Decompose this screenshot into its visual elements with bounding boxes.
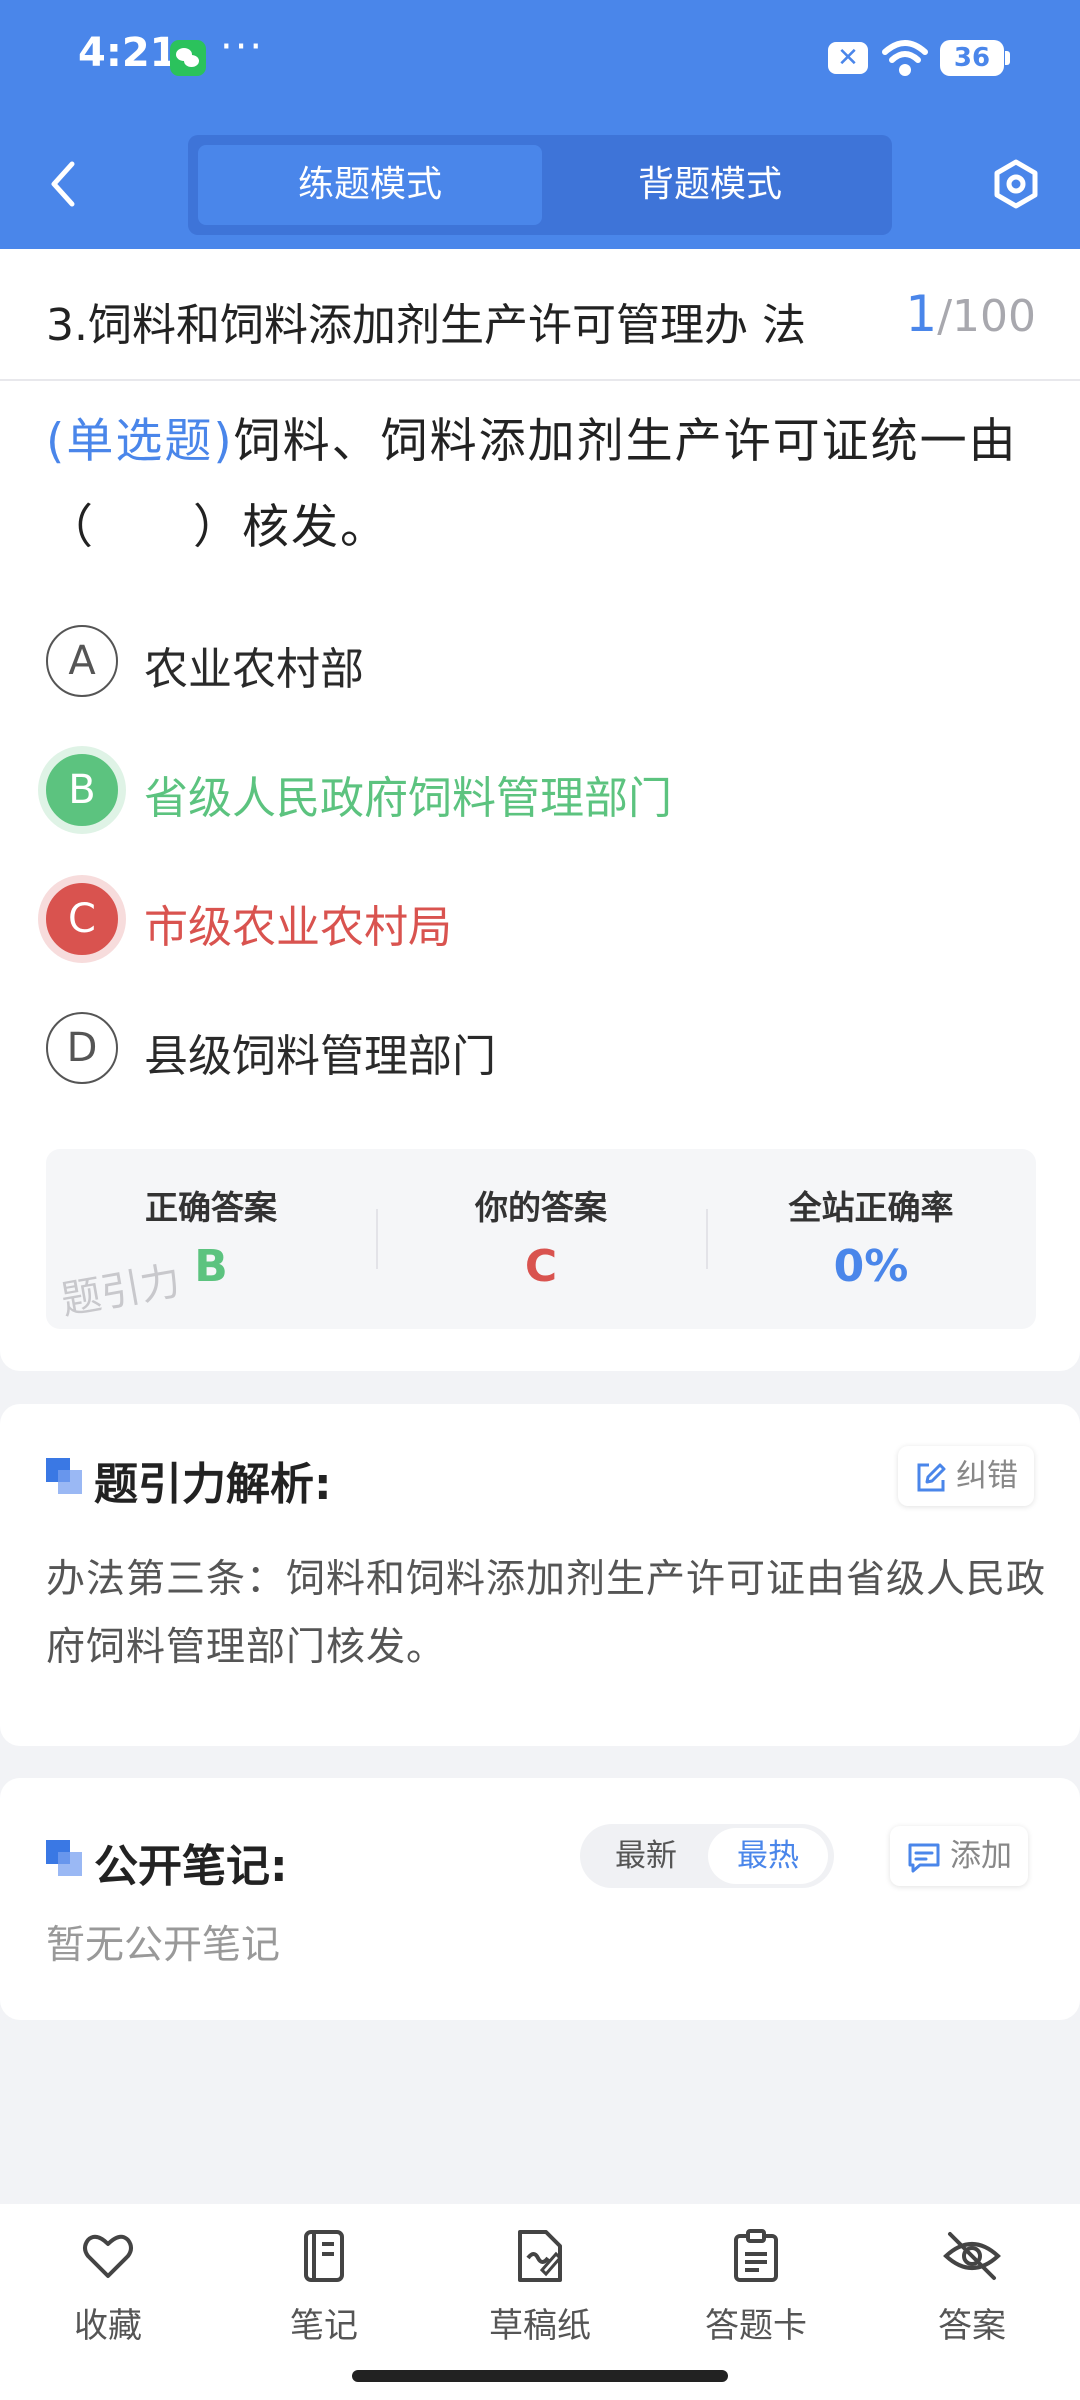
chapter-title: 3.饲料和饲料添加剂生产许可管理办 法 xyxy=(46,300,806,351)
your-answer-value: C xyxy=(524,1241,558,1292)
option-letter: C xyxy=(46,883,118,955)
notebook-icon xyxy=(304,2230,344,2282)
eye-off-icon xyxy=(943,2232,1001,2280)
wifi-icon xyxy=(882,40,928,76)
top-header: 4:21 ··· ✕ 36 练题模式 背题模式 xyxy=(0,0,1080,249)
chapter-bar: 3.饲料和饲料添加剂生产许可管理办 法 1/100 xyxy=(0,249,1080,381)
question-type-label: (单选题) xyxy=(46,414,234,469)
more-notifications-icon: ··· xyxy=(220,24,265,70)
answer-sheet-button[interactable]: 答题卡 xyxy=(648,2228,864,2347)
show-answer-label: 答案 xyxy=(938,2306,1006,2346)
status-bar: 4:21 ··· ✕ 36 xyxy=(0,0,1080,118)
add-note-label: 添加 xyxy=(950,1838,1012,1874)
option-letter: A xyxy=(46,625,118,697)
option-letter: D xyxy=(46,1012,118,1084)
correct-answer-label: 正确答案 xyxy=(145,1188,277,1227)
answer-sheet-icon xyxy=(734,2229,778,2282)
analysis-text: 办法第三条：饲料和饲料添加剂生产许可证由省级人民政府饲料管理部门核发。 xyxy=(46,1557,1047,1670)
mode-switch: 练题模式 背题模式 xyxy=(188,135,892,235)
add-note-button[interactable]: 添加 xyxy=(890,1826,1028,1886)
option-a[interactable]: A 农业农村部 xyxy=(46,625,1046,701)
battery-icon: 36 xyxy=(940,40,1010,76)
heart-icon xyxy=(83,2234,133,2278)
settings-icon[interactable] xyxy=(990,158,1042,210)
notes-label: 笔记 xyxy=(290,2306,358,2346)
option-text: 县级饲料管理部门 xyxy=(144,1031,496,1082)
draft-icon xyxy=(518,2230,563,2282)
draft-paper-label: 草稿纸 xyxy=(489,2306,591,2346)
section-square-icon xyxy=(46,1840,82,1876)
home-indicator[interactable] xyxy=(352,2370,728,2382)
notes-sort-toggle: 最新 最热 xyxy=(580,1824,834,1888)
question-progress: 1/100 xyxy=(905,285,1036,343)
report-error-button[interactable]: 纠错 xyxy=(898,1446,1034,1506)
tab-practice-mode[interactable]: 练题模式 xyxy=(198,145,542,225)
progress-total: /100 xyxy=(937,291,1036,342)
answer-summary: 正确答案 B 你的答案 C 全站正确率 0% xyxy=(46,1149,1036,1329)
tab-memorize-mode[interactable]: 背题模式 xyxy=(538,145,882,225)
option-text: 省级人民政府饲料管理部门 xyxy=(144,773,672,824)
question-card: 3.饲料和饲料添加剂生产许可管理办 法 1/100 (单选题)饲料、饲料添加剂生… xyxy=(0,249,1080,1371)
edit-icon xyxy=(917,1463,946,1491)
notes-title: 公开笔记: xyxy=(94,1841,288,1892)
your-answer-label: 你的答案 xyxy=(475,1188,607,1227)
sort-hottest[interactable]: 最热 xyxy=(708,1828,828,1884)
section-square-icon xyxy=(46,1458,82,1494)
show-answer-button[interactable]: 答案 xyxy=(864,2228,1080,2347)
back-icon[interactable] xyxy=(44,158,80,210)
option-text: 市级农业农村局 xyxy=(144,902,452,953)
analysis-card: 题引力解析: 纠错 办法第三条：饲料和饲料添加剂生产许可证由省级人民政府饲料管理… xyxy=(0,1404,1080,1746)
option-b[interactable]: B 省级人民政府饲料管理部门 xyxy=(46,754,1046,830)
favorite-button[interactable]: 收藏 xyxy=(0,2228,216,2347)
progress-current: 1 xyxy=(905,285,938,343)
accuracy-value: 0% xyxy=(833,1241,909,1292)
option-text: 农业农村部 xyxy=(144,644,364,695)
accuracy-column: 全站正确率 0% xyxy=(706,1149,1036,1329)
wechat-icon xyxy=(170,40,206,76)
close-icon: ✕ xyxy=(828,42,868,74)
report-error-label: 纠错 xyxy=(956,1458,1018,1494)
empty-notes-text: 暂无公开笔记 xyxy=(46,1923,281,1968)
status-time: 4:21 xyxy=(78,30,178,76)
option-letter: B xyxy=(46,754,118,826)
comment-icon xyxy=(908,1843,940,1872)
option-d[interactable]: D 县级饲料管理部门 xyxy=(46,1012,1046,1088)
option-c[interactable]: C 市级农业农村局 xyxy=(46,883,1046,959)
favorite-label: 收藏 xyxy=(74,2306,142,2346)
answer-sheet-label: 答题卡 xyxy=(705,2306,807,2346)
notes-button[interactable]: 笔记 xyxy=(216,2228,432,2347)
accuracy-label: 全站正确率 xyxy=(788,1188,954,1227)
public-notes-card: 公开笔记: 最新 最热 添加 暂无公开笔记 xyxy=(0,1778,1080,2020)
your-answer-column: 你的答案 C xyxy=(376,1149,706,1329)
question-stem: (单选题)饲料、饲料添加剂生产许可证统一由（ ）核发。 xyxy=(46,399,1046,571)
draft-paper-button[interactable]: 草稿纸 xyxy=(432,2228,648,2347)
sort-newest[interactable]: 最新 xyxy=(586,1828,706,1884)
analysis-title: 题引力解析: xyxy=(94,1459,332,1510)
